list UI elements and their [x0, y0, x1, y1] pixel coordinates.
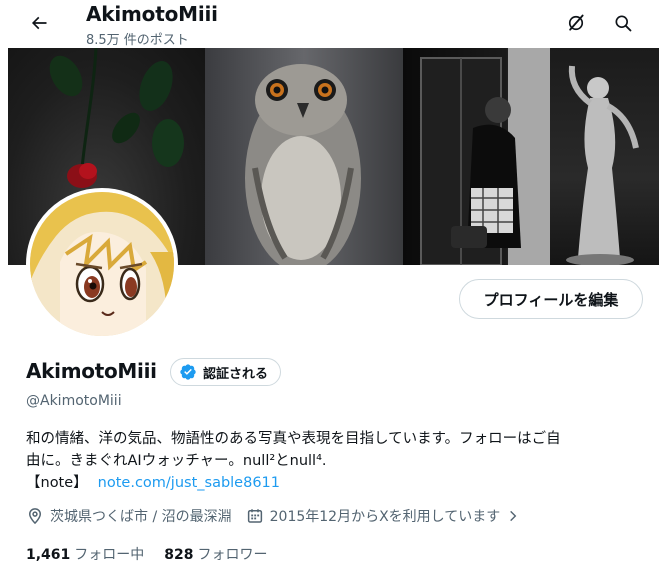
bio-line-1: 和の情緒、洋の気品、物語性のある写真や表現を目指しています。フォローはご自	[26, 431, 561, 447]
user-handle: @AkimotoMiii	[26, 393, 122, 409]
joined-date-item[interactable]: 2015年12月からXを利用しています	[246, 506, 521, 526]
bio-line-3: 【note】 note.com/just_sable8611	[26, 472, 646, 494]
back-arrow-icon	[31, 16, 47, 30]
edit-profile-button[interactable]: プロフィールを編集	[459, 279, 643, 319]
grok-icon	[568, 14, 584, 31]
chevron-right-icon	[510, 510, 517, 522]
banner-owl-photo	[205, 48, 403, 265]
calendar-icon	[247, 509, 262, 523]
verified-badge-icon	[180, 364, 196, 380]
banner-statue-photo	[550, 48, 659, 265]
display-name: AkimotoMiii	[26, 359, 157, 383]
followers-link[interactable]: 828 フォロワー	[164, 544, 267, 564]
get-verified-button[interactable]: 認証される	[170, 358, 282, 386]
following-label: フォロー中	[74, 547, 145, 563]
joined-date-text: 2015年12月からXを利用しています	[269, 509, 501, 525]
following-link[interactable]: 1,461 フォロー中	[26, 544, 144, 564]
profile-bio: 和の情緒、洋の気品、物語性のある写真や表現を目指しています。フォローはご自 由に…	[26, 428, 646, 494]
header-title: AkimotoMiii	[86, 2, 218, 26]
profile-meta: 茨城県つくば市 / 沼の最深淵 2015年12月からXを利用しています	[26, 506, 520, 526]
post-count: 8.5万 件のポスト	[86, 33, 189, 48]
search-button[interactable]	[606, 6, 640, 40]
get-verified-label: 認証される	[203, 366, 269, 382]
following-count: 1,461	[26, 547, 71, 563]
location-text: 茨城県つくば市 / 沼の最深淵	[50, 509, 232, 525]
profile-avatar[interactable]	[26, 188, 178, 340]
location-icon	[28, 508, 42, 525]
follow-stats: 1,461 フォロー中 828 フォロワー	[26, 544, 268, 564]
profile-header-bar: AkimotoMiii 8.5万 件のポスト	[8, 0, 655, 48]
back-button[interactable]	[22, 6, 56, 40]
location-item: 茨城県つくば市 / 沼の最深淵	[26, 506, 232, 526]
followers-count: 828	[164, 547, 194, 563]
note-link[interactable]: note.com/just_sable8611	[98, 475, 280, 491]
search-icon	[615, 15, 632, 32]
bio-line-2: 由に。きまぐれAIウォッチャー。null²とnull⁴.	[26, 453, 327, 469]
grok-button[interactable]	[559, 6, 593, 40]
followers-label: フォロワー	[197, 547, 268, 563]
note-label: 【note】	[26, 475, 88, 491]
banner-doorway-photo	[403, 48, 550, 265]
